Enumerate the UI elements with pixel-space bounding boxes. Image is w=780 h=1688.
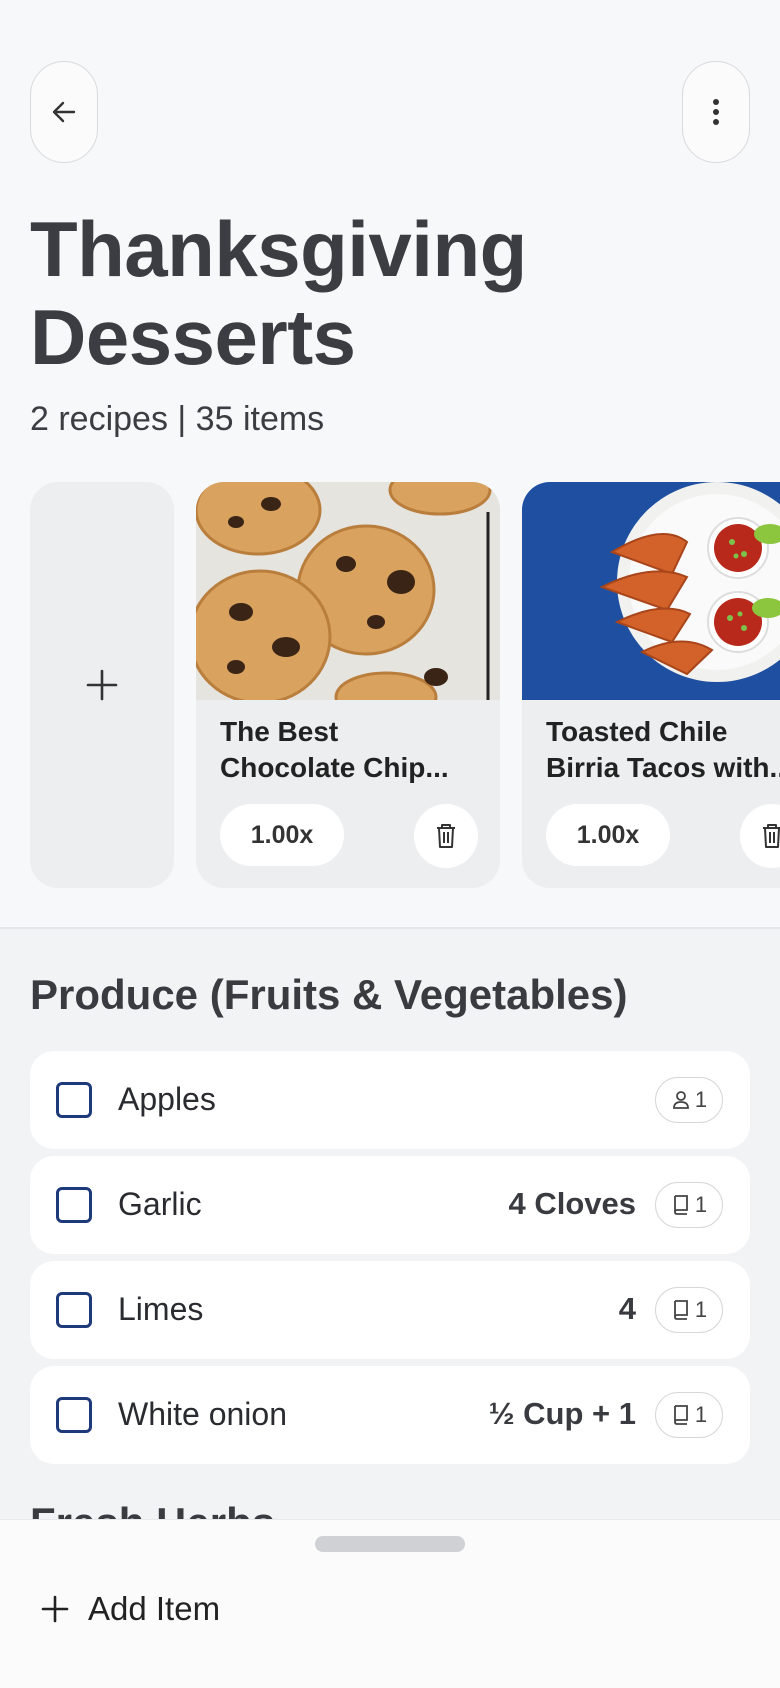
item-quantity: 4 Cloves: [508, 1186, 636, 1221]
item-name: Garlic: [118, 1186, 202, 1222]
recipe-book-icon: [673, 1300, 688, 1320]
cookie-recipe-image: [196, 482, 500, 700]
more-vert-icon: [713, 99, 719, 125]
add-item-button[interactable]: Add Item: [40, 1590, 220, 1628]
list-item[interactable]: Limes 4 1: [30, 1261, 750, 1359]
drag-handle[interactable]: [315, 1536, 465, 1552]
item-source-badge[interactable]: 1: [655, 1077, 723, 1123]
item-name: White onion: [118, 1396, 287, 1432]
recipe-carousel[interactable]: The Best Chocolate Chip... 1.00x Toasted…: [0, 482, 780, 888]
section-title: Fresh Herbs: [30, 1499, 275, 1519]
item-checkbox[interactable]: [56, 1082, 92, 1118]
list-item[interactable]: Apples 1: [30, 1051, 750, 1149]
list-summary: 2 recipes | 35 items: [30, 400, 325, 438]
recipe-book-icon: [673, 1405, 688, 1425]
plus-icon: [86, 669, 118, 701]
more-options-button[interactable]: [682, 61, 750, 163]
scale-button[interactable]: 1.00x: [546, 804, 670, 866]
page-title: Thanksgiving Desserts: [30, 205, 527, 381]
item-source-badge[interactable]: 1: [655, 1182, 723, 1228]
recipe-title: Toasted Chile Birria Tacos with...: [546, 716, 780, 783]
delete-recipe-button[interactable]: [740, 804, 780, 868]
item-quantity: ½ Cup + 1: [488, 1396, 636, 1431]
recipe-card[interactable]: Toasted Chile Birria Tacos with... 1.00x: [522, 482, 780, 888]
section-title: Produce (Fruits & Vegetables): [30, 971, 628, 1018]
item-checkbox[interactable]: [56, 1187, 92, 1223]
recipe-card[interactable]: The Best Chocolate Chip... 1.00x: [196, 482, 500, 888]
person-icon: [672, 1091, 689, 1109]
scale-button[interactable]: 1.00x: [220, 804, 344, 866]
add-recipe-button[interactable]: [30, 482, 174, 888]
item-name: Apples: [118, 1081, 216, 1117]
bottom-sheet: Add Item: [0, 1519, 780, 1688]
list-item[interactable]: White onion ½ Cup + 1 1: [30, 1366, 750, 1464]
item-checkbox[interactable]: [56, 1397, 92, 1433]
item-source-badge[interactable]: 1: [655, 1287, 723, 1333]
item-source-badge[interactable]: 1: [655, 1392, 723, 1438]
plus-icon: [41, 1595, 69, 1623]
trash-icon: [437, 824, 455, 848]
header-area: Thanksgiving Desserts 2 recipes | 35 ite…: [0, 0, 780, 927]
back-button[interactable]: [30, 61, 98, 163]
item-quantity: 4: [618, 1291, 636, 1326]
arrow-left-icon: [52, 101, 76, 123]
list-item[interactable]: Garlic 4 Cloves 1: [30, 1156, 750, 1254]
recipe-book-icon: [673, 1195, 688, 1215]
taco-recipe-image: [522, 482, 780, 700]
trash-icon: [763, 824, 780, 848]
item-name: Limes: [118, 1291, 204, 1327]
item-checkbox[interactable]: [56, 1292, 92, 1328]
add-item-label: Add Item: [88, 1590, 221, 1627]
delete-recipe-button[interactable]: [414, 804, 478, 868]
recipe-title: The Best Chocolate Chip...: [220, 716, 449, 783]
shopping-list: Produce (Fruits & Vegetables) Apples 1 G…: [0, 929, 780, 1519]
